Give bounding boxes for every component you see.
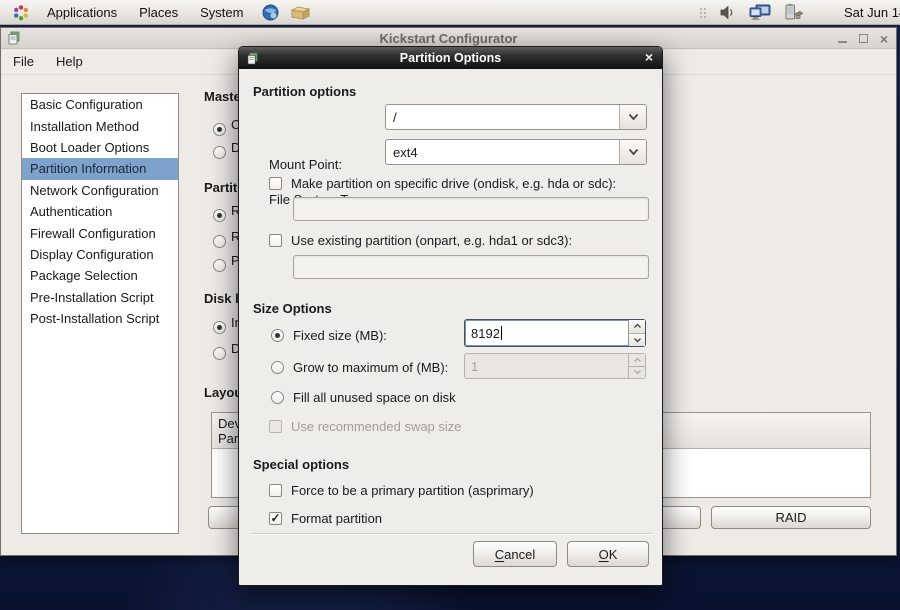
checkmark-icon: ✓ [270,513,280,524]
panel-clock[interactable]: Sat Jun 14, 2 [844,5,900,20]
ondisk-label: Make partition on specific drive (ondisk… [291,176,616,191]
sidebar-item-boot-loader-options[interactable]: Boot Loader Options [22,137,178,158]
fixed-size-spinbox[interactable]: 8192 [464,319,646,347]
sidebar-item-installation-method[interactable]: Installation Method [22,115,178,136]
grow-max-spin-up-button [629,354,645,367]
fixed-size-spin-up-button[interactable] [629,320,645,334]
fill-unused-radio[interactable] [271,391,284,404]
onpart-label: Use existing partition (onpart, e.g. hda… [291,233,572,248]
grow-max-radio[interactable] [271,361,284,374]
force-primary-checkbox[interactable] [269,484,282,497]
partitions-radio-3[interactable] [213,259,226,272]
disklabel-radio-1[interactable] [213,321,226,334]
fixed-size-label: Fixed size (MB): [293,328,387,343]
mount-point-value[interactable]: / [386,110,619,125]
size-options-heading: Size Options [253,301,332,316]
sidebar-item-partition-information[interactable]: Partition Information [22,158,178,179]
fill-unused-label: Fill all unused space on disk [293,390,456,405]
fixed-size-row: Fixed size (MB): [271,327,387,343]
fixed-size-radio[interactable] [271,329,284,342]
dialog-title: Partition Options [239,51,662,65]
chevron-down-icon [627,112,640,122]
format-partition-label: Format partition [291,511,382,526]
onpart-entry[interactable] [293,255,649,279]
sidebar-item-network-configuration[interactable]: Network Configuration [22,180,178,201]
top-panel: Applications Places System [0,0,900,25]
grow-max-spinbox: 1 [464,353,646,379]
ondisk-entry[interactable] [293,197,649,221]
sidebar-item-pre-installation-script[interactable]: Pre-Installation Script [22,287,178,308]
ok-button[interactable]: OK [567,541,649,567]
partition-options-heading: Partition options [253,84,356,99]
force-primary-label: Force to be a primary partition (asprima… [291,483,534,498]
mount-point-label: Mount Point: [269,157,342,172]
grow-max-label: Grow to maximum of (MB): [293,360,448,375]
fixed-size-spin-down-button[interactable] [629,334,645,347]
mbr-radio-1[interactable] [213,123,226,136]
close-window-button[interactable]: × [880,32,888,46]
panel-grip-handle[interactable] [700,8,706,18]
fill-unused-row: Fill all unused space on disk [271,389,456,405]
distro-logo-icon[interactable] [12,4,30,22]
partition-options-dialog: Partition Options × Partition options Mo… [238,46,663,586]
chevron-down-icon [633,337,642,343]
applications-menu[interactable]: Applications [36,0,128,25]
dialog-separator [251,533,652,534]
swap-recommended-checkbox [269,420,282,433]
maximize-button[interactable] [859,34,868,43]
grow-max-spin-down-button [629,367,645,379]
fs-type-dropdown-button[interactable] [619,140,646,164]
chevron-up-icon [633,357,642,363]
fs-type-combo[interactable]: ext4 [385,139,647,165]
system-menu[interactable]: System [189,0,254,25]
places-menu[interactable]: Places [128,0,189,25]
dialog-titlebar[interactable]: Partition Options × [239,47,662,69]
special-options-heading: Special options [253,457,349,472]
dialog-close-button[interactable]: × [645,49,653,65]
mbr-radio-2[interactable] [213,146,226,159]
web-browser-icon[interactable] [262,4,279,21]
category-list: Basic Configuration Installation Method … [21,93,179,534]
chevron-down-icon [627,147,640,157]
swap-recommended-row: Use recommended swap size [269,418,462,434]
raid-button[interactable]: RAID [711,506,871,529]
volume-icon[interactable] [720,5,737,20]
battery-icon[interactable] [783,4,804,21]
file-menu[interactable]: File [3,50,44,73]
force-primary-row: Force to be a primary partition (asprima… [269,482,534,498]
format-partition-row: ✓ Format partition [269,510,382,526]
onpart-checkbox[interactable] [269,234,282,247]
file-manager-icon[interactable] [291,5,310,20]
text-cursor [501,326,502,340]
partitions-radio-2[interactable] [213,235,226,248]
ondisk-row: Make partition on specific drive (ondisk… [269,175,616,191]
sidebar-item-package-selection[interactable]: Package Selection [22,265,178,286]
mount-point-combo[interactable]: / [385,104,647,130]
cancel-button[interactable]: Cancel [473,541,557,567]
disklabel-radio-2[interactable] [213,347,226,360]
displays-icon[interactable] [749,4,771,21]
minimize-button[interactable] [838,34,847,43]
chevron-down-icon [633,369,642,375]
sidebar-item-authentication[interactable]: Authentication [22,201,178,222]
onpart-row: Use existing partition (onpart, e.g. hda… [269,232,572,248]
chevron-up-icon [633,323,642,329]
ondisk-checkbox[interactable] [269,177,282,190]
partitions-radio-1[interactable] [213,209,226,222]
sidebar-item-basic-configuration[interactable]: Basic Configuration [22,94,178,115]
help-menu[interactable]: Help [46,50,93,73]
sidebar-item-firewall-configuration[interactable]: Firewall Configuration [22,222,178,243]
fixed-size-value[interactable]: 8192 [471,326,500,341]
sidebar-item-display-configuration[interactable]: Display Configuration [22,244,178,265]
format-partition-checkbox[interactable]: ✓ [269,512,282,525]
mount-point-dropdown-button[interactable] [619,105,646,129]
grow-max-value: 1 [465,354,628,378]
grow-max-row: Grow to maximum of (MB): [271,359,448,375]
sidebar-item-post-installation-script[interactable]: Post-Installation Script [22,308,178,329]
fs-type-value[interactable]: ext4 [386,145,619,160]
window-title: Kickstart Configurator [1,31,896,46]
swap-recommended-label: Use recommended swap size [291,419,462,434]
